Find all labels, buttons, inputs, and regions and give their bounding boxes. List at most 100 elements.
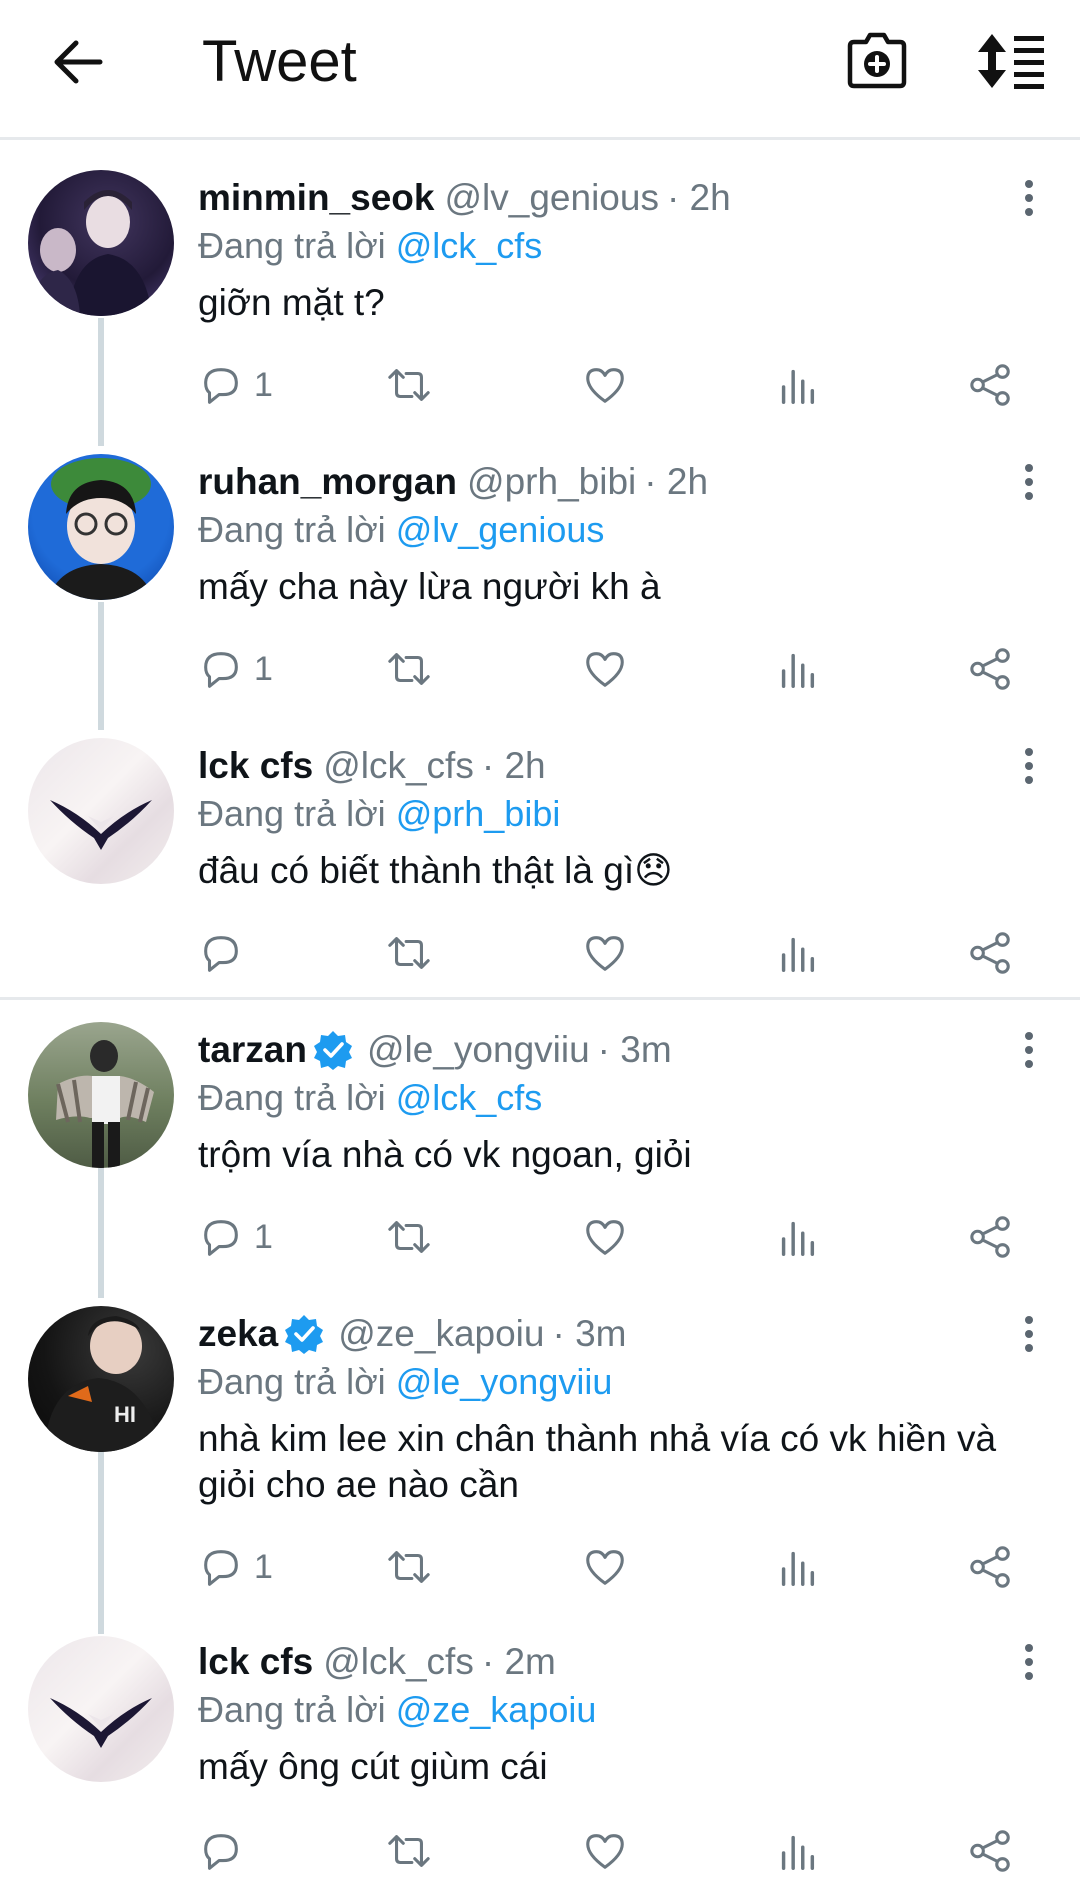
reply-button[interactable]: 1 xyxy=(198,1212,273,1262)
tweet-text: mấy ông cút giùm cái xyxy=(198,1746,548,1787)
tweet-actions: 1 xyxy=(198,1542,1038,1592)
retweet-button[interactable] xyxy=(386,1212,432,1262)
display-name[interactable]: lck cfs xyxy=(198,1640,313,1684)
analytics-button[interactable] xyxy=(774,1212,820,1262)
timestamp: · 2h xyxy=(644,461,709,502)
thread-line xyxy=(98,1452,104,1634)
avatar-photo xyxy=(28,190,152,316)
avatar[interactable] xyxy=(28,1022,174,1168)
display-name[interactable]: zeka xyxy=(198,1312,278,1356)
analytics-button[interactable] xyxy=(774,1826,820,1876)
reply-button[interactable]: 1 xyxy=(198,360,273,410)
heart-icon xyxy=(586,1220,624,1255)
thread-line xyxy=(98,318,104,446)
mention-link[interactable]: @lv_genious xyxy=(396,509,605,550)
like-button[interactable] xyxy=(582,1542,628,1592)
camera-plus-icon xyxy=(847,32,907,89)
retweet-button[interactable] xyxy=(386,1826,432,1876)
page-title: Tweet xyxy=(202,29,357,94)
mention-link[interactable]: @ze_kapoiu xyxy=(396,1689,597,1730)
avatar[interactable] xyxy=(28,738,174,884)
retweet-button[interactable] xyxy=(386,1542,432,1592)
svg-text:HI: HI xyxy=(114,1402,136,1427)
timestamp: · 2h xyxy=(481,745,546,786)
analytics-button[interactable] xyxy=(774,360,820,410)
tweet-text: giỡn mặt t? xyxy=(198,282,385,323)
display-name[interactable]: ruhan_morgan xyxy=(198,460,457,504)
replying-to: Đang trả lời @le_yongviiu xyxy=(198,1358,1040,1406)
mention-link[interactable]: @lck_cfs xyxy=(396,225,543,266)
user-handle[interactable]: @lv_genious xyxy=(444,176,658,220)
tweet-text: nhà kim lee xin chân thành nhả vía có vk… xyxy=(198,1418,997,1505)
mention-link[interactable]: @lck_cfs xyxy=(396,1077,543,1118)
replying-prefix: Đang trả lời xyxy=(198,1689,386,1730)
more-options-button[interactable] xyxy=(1022,1032,1036,1072)
analytics-button[interactable] xyxy=(774,1542,820,1592)
share-button[interactable] xyxy=(968,360,1014,410)
user-handle[interactable]: @ze_kapoiu xyxy=(338,1312,544,1356)
like-button[interactable] xyxy=(582,928,628,978)
like-button[interactable] xyxy=(582,1826,628,1876)
display-name[interactable]: tarzan xyxy=(198,1028,307,1072)
avatar[interactable] xyxy=(28,1636,174,1782)
retweet-icon xyxy=(388,1551,430,1583)
more-options-button[interactable] xyxy=(1022,1316,1036,1356)
timestamp: · 3m xyxy=(597,1029,672,1070)
retweet-button[interactable] xyxy=(386,644,432,694)
timestamp: · 3m xyxy=(552,1313,627,1354)
analytics-button[interactable] xyxy=(774,644,820,694)
mention-link[interactable]: @le_yongviiu xyxy=(396,1361,613,1402)
reply-count: 1 xyxy=(254,1217,273,1256)
sort-list-icon xyxy=(978,34,1044,89)
share-icon xyxy=(970,364,1010,406)
tweet-actions: 1 xyxy=(198,644,1038,694)
share-button[interactable] xyxy=(968,1826,1014,1876)
retweet-button[interactable] xyxy=(386,360,432,410)
share-button[interactable] xyxy=(968,928,1014,978)
reply-count: 1 xyxy=(254,649,273,688)
replying-prefix: Đang trả lời xyxy=(198,1077,386,1118)
mention-link[interactable]: @prh_bibi xyxy=(396,793,561,834)
share-button[interactable] xyxy=(968,644,1014,694)
like-button[interactable] xyxy=(582,1212,628,1262)
share-button[interactable] xyxy=(968,1212,1014,1262)
replying-prefix: Đang trả lời xyxy=(198,225,386,266)
camera-button[interactable] xyxy=(846,30,908,92)
more-options-button[interactable] xyxy=(1022,748,1036,788)
replying-prefix: Đang trả lời xyxy=(198,1361,386,1402)
tweet-text: mấy cha này lừa người kh à xyxy=(198,566,661,607)
share-button[interactable] xyxy=(968,1542,1014,1592)
avatar[interactable]: HI xyxy=(28,1306,174,1452)
user-handle[interactable]: @lck_cfs xyxy=(323,744,474,788)
more-options-button[interactable] xyxy=(1022,464,1036,504)
avatar-photo xyxy=(56,1040,154,1168)
like-button[interactable] xyxy=(582,644,628,694)
reply-count: 1 xyxy=(254,365,273,404)
like-button[interactable] xyxy=(582,360,628,410)
reply-button[interactable]: 1 xyxy=(198,644,273,694)
avatar-photo: HI xyxy=(44,1316,162,1452)
display-name[interactable]: minmin_seok xyxy=(198,176,434,220)
more-options-button[interactable] xyxy=(1022,1644,1036,1684)
reply-button[interactable] xyxy=(198,928,254,978)
top-bar: Tweet xyxy=(0,0,1080,140)
reply-button[interactable] xyxy=(198,1826,254,1876)
user-handle[interactable]: @le_yongviiu xyxy=(367,1028,590,1072)
arrow-left-icon xyxy=(54,40,103,84)
share-icon xyxy=(970,648,1010,690)
bar-chart-icon xyxy=(781,1835,815,1870)
avatar[interactable] xyxy=(28,454,174,600)
avatar-photo xyxy=(48,458,154,600)
analytics-button[interactable] xyxy=(774,928,820,978)
thread-line xyxy=(98,1168,104,1298)
display-name[interactable]: lck cfs xyxy=(198,744,313,788)
more-options-button[interactable] xyxy=(1022,180,1036,220)
sort-button[interactable] xyxy=(976,30,1048,92)
user-handle[interactable]: @prh_bibi xyxy=(467,460,636,504)
bar-chart-icon xyxy=(781,653,815,688)
user-handle[interactable]: @lck_cfs xyxy=(323,1640,474,1684)
back-button[interactable] xyxy=(48,32,108,92)
retweet-button[interactable] xyxy=(386,928,432,978)
reply-button[interactable]: 1 xyxy=(198,1542,273,1592)
avatar[interactable] xyxy=(28,170,174,316)
